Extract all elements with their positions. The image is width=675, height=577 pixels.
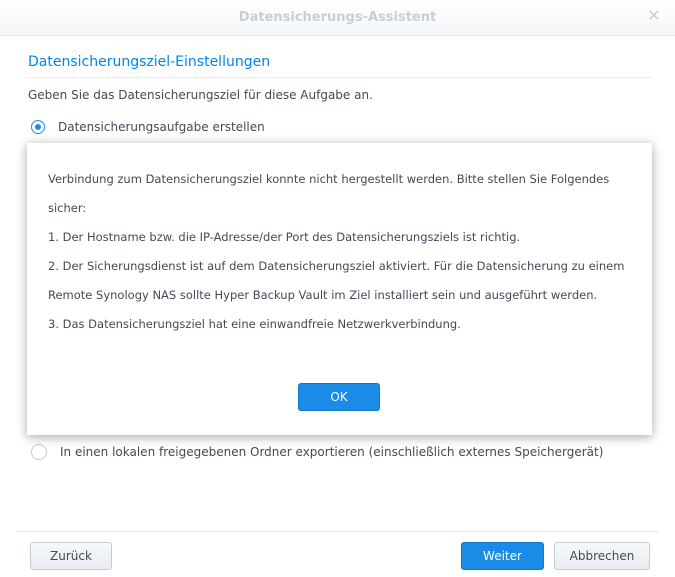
window-title: Datensicherungs-Assistent — [238, 10, 437, 25]
section-divider — [26, 77, 651, 78]
option-export-local-label: In einen lokalen freigegebenen Ordner ex… — [60, 445, 604, 459]
ok-button[interactable]: OK — [298, 383, 380, 411]
next-button[interactable]: Weiter — [461, 542, 544, 570]
footer-divider — [17, 531, 659, 532]
section-title: Datensicherungsziel-Einstellungen — [28, 54, 271, 70]
radio-create-task[interactable] — [31, 120, 45, 134]
instruction-text: Geben Sie das Datensicherungsziel für di… — [28, 88, 373, 102]
error-message: Verbindung zum Datensicherungsziel konnt… — [48, 165, 633, 339]
back-button[interactable]: Zurück — [30, 542, 112, 570]
option-create-task-label: Datensicherungsaufgabe erstellen — [58, 120, 265, 134]
option-create-task[interactable]: Datensicherungsaufgabe erstellen — [31, 120, 265, 134]
close-icon[interactable]: ✕ — [645, 7, 663, 25]
error-line-service: 2. Der Sicherungsdienst ist auf dem Date… — [48, 259, 625, 302]
title-bar[interactable]: Datensicherungs-Assistent ✕ — [0, 0, 675, 36]
radio-export-local[interactable] — [31, 444, 47, 460]
cancel-button[interactable]: Abbrechen — [554, 542, 650, 570]
option-export-local[interactable]: In einen lokalen freigegebenen Ordner ex… — [31, 444, 603, 460]
error-line-network: 3. Das Datensicherungsziel hat eine einw… — [48, 317, 461, 331]
error-line-connection: Verbindung zum Datensicherungsziel konnt… — [48, 172, 610, 215]
error-line-hostname: 1. Der Hostname bzw. die IP-Adresse/der … — [48, 230, 521, 244]
error-dialog: Verbindung zum Datensicherungsziel konnt… — [27, 143, 652, 435]
backup-wizard-window: Datensicherungs-Assistent ✕ Datensicheru… — [0, 0, 675, 577]
